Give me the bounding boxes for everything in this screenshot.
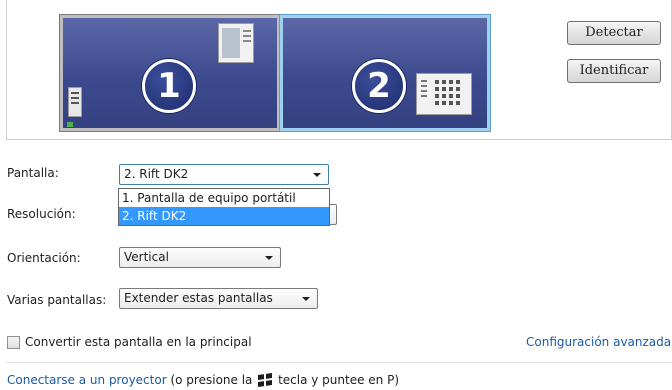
detect-button[interactable]: Detectar — [567, 21, 661, 45]
taskbar-document-icon — [68, 87, 82, 117]
chevron-down-icon — [302, 297, 310, 301]
identify-button[interactable]: Identificar — [567, 59, 661, 83]
window-thumbnail-icon — [218, 23, 254, 63]
chevron-down-icon — [313, 173, 321, 177]
display-select[interactable]: 2. Rift DK2 — [119, 164, 329, 185]
display-label: Pantalla: — [7, 166, 59, 180]
display-dropdown-list: 1. Pantalla de equipo portátil 2. Rift D… — [118, 188, 330, 226]
window-thumbnail-icon — [416, 73, 472, 115]
advanced-settings-link[interactable]: Configuración avanzada — [526, 335, 671, 349]
projector-hint-text: (o presione la — [170, 373, 253, 387]
projector-hint-text-2: tecla y puntee en P) — [278, 373, 399, 387]
display-select-value: 2. Rift DK2 — [124, 167, 189, 181]
monitor-number-badge: 1 — [142, 59, 196, 113]
start-button-icon — [67, 122, 73, 127]
connect-projector-link[interactable]: Conectarse a un proyector — [7, 373, 167, 387]
primary-display-checkbox[interactable] — [7, 336, 20, 349]
primary-display-checkbox-label: Convertir esta pantalla en la principal — [25, 335, 252, 349]
monitor-2[interactable]: 2 — [279, 14, 491, 132]
dropdown-option[interactable]: 1. Pantalla de equipo portátil — [119, 189, 329, 207]
monitor-1[interactable]: 1 — [59, 14, 281, 132]
windows-logo-icon — [258, 373, 273, 387]
dropdown-option-selected[interactable]: 2. Rift DK2 — [119, 207, 329, 225]
multiple-displays-label: Varias pantallas: — [7, 293, 107, 307]
resolution-label: Resolución: — [7, 207, 76, 221]
projector-line: Conectarse a un proyector (o presione la… — [7, 373, 399, 387]
orientation-label: Orientación: — [7, 251, 81, 265]
multiple-displays-select-value: Extender estas pantallas — [124, 291, 273, 305]
multiple-displays-select[interactable]: Extender estas pantallas — [119, 288, 318, 309]
chevron-down-icon — [265, 256, 273, 260]
orientation-select[interactable]: Vertical — [119, 247, 281, 268]
orientation-select-value: Vertical — [124, 250, 169, 264]
divider — [6, 362, 672, 363]
monitor-number-badge: 2 — [352, 59, 406, 113]
